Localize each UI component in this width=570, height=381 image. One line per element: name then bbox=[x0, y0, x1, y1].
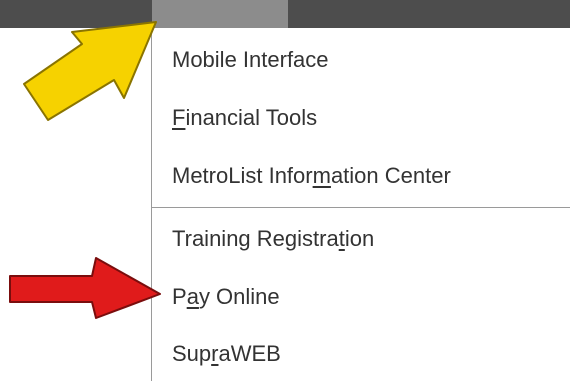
menu-item-label: MetroList Infor bbox=[172, 163, 313, 188]
menu-item-supraweb[interactable]: SupraWEB bbox=[172, 334, 281, 374]
menu-item-label: Sup bbox=[172, 341, 212, 366]
menu-separator bbox=[152, 207, 570, 208]
screenshot-stage: Mobile Interface Financial Tools MetroLi… bbox=[0, 0, 570, 381]
menu-item-pay-online[interactable]: Pay Online bbox=[172, 277, 280, 317]
menu-item-training-registration[interactable]: Training Registration bbox=[172, 219, 374, 259]
dropdown-menu: Mobile Interface Financial Tools MetroLi… bbox=[151, 28, 570, 381]
menu-item-label-rest: inancial Tools bbox=[185, 105, 318, 130]
menu-item-label-rest: ation Center bbox=[330, 163, 451, 188]
menu-item-mnemonic: a bbox=[186, 284, 199, 309]
menu-item-label-rest: ion bbox=[344, 226, 375, 251]
menu-item-label-rest: aWEB bbox=[218, 341, 281, 366]
menu-item-label: Training Registra bbox=[172, 226, 339, 251]
red-arrow-icon bbox=[9, 257, 161, 319]
menu-item-mnemonic: m bbox=[312, 163, 331, 188]
menu-item-label-rest: y Online bbox=[198, 284, 280, 309]
yellow-arrow-icon bbox=[23, 21, 157, 121]
menu-item-metrolist-information-center[interactable]: MetroList Information Center bbox=[172, 156, 451, 196]
